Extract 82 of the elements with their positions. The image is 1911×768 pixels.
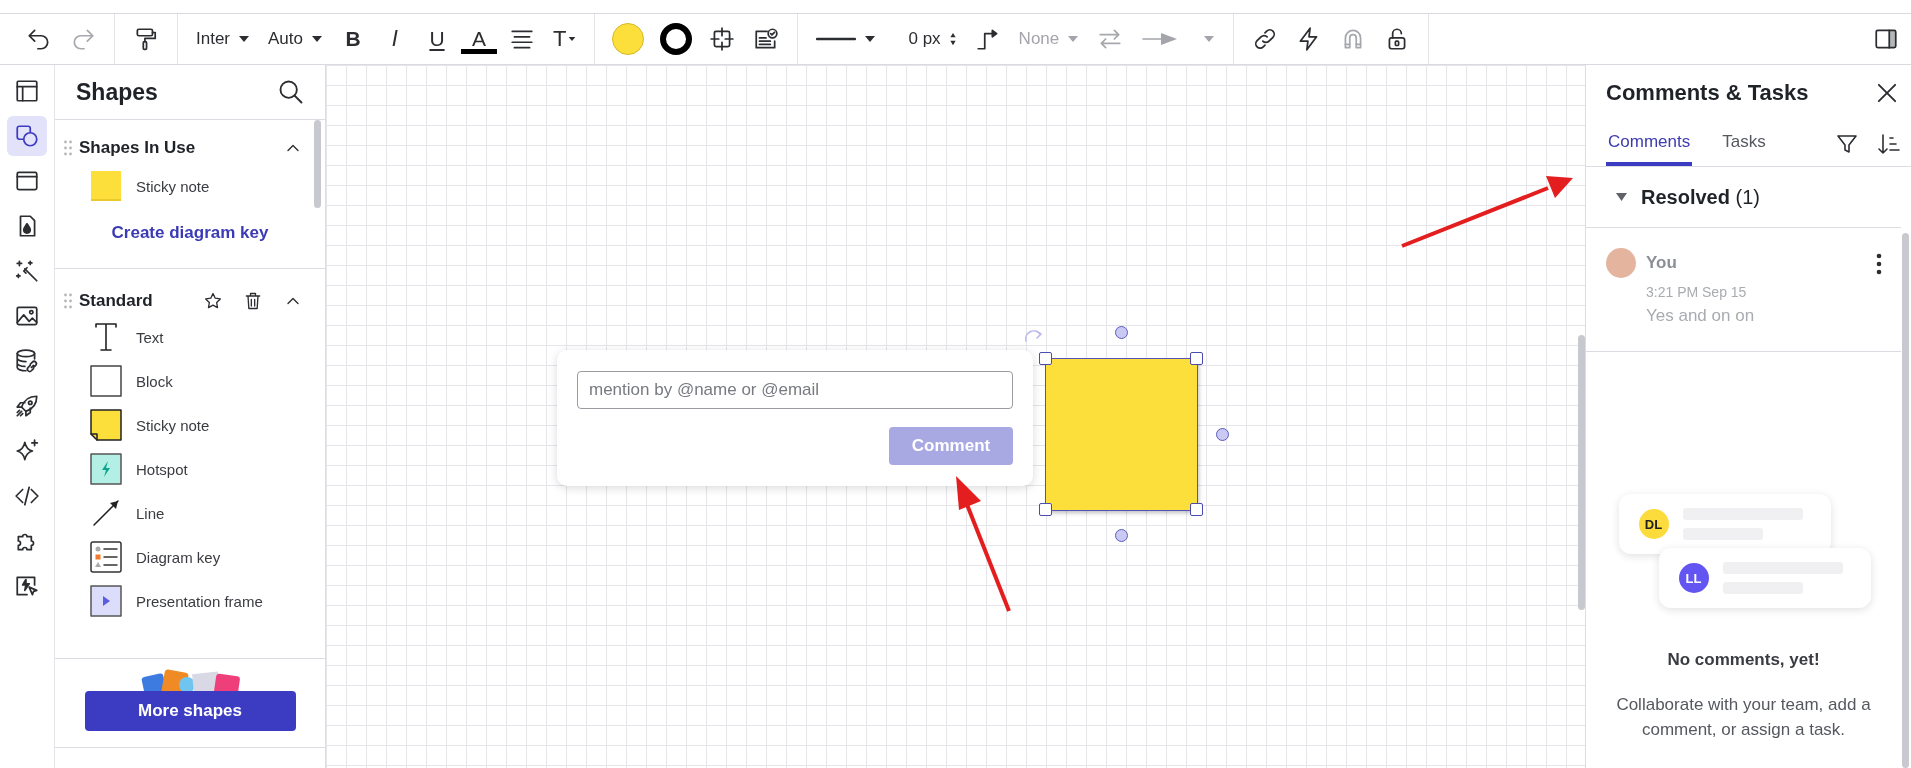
shape-item[interactable]: Block <box>55 359 325 403</box>
scrollbar[interactable] <box>1902 233 1909 768</box>
layout-icon <box>14 78 40 104</box>
shapes-tool[interactable] <box>7 116 47 156</box>
line-shape-icon <box>90 497 122 529</box>
database-link-icon <box>14 348 40 374</box>
tab[interactable]: Comments <box>1606 132 1693 166</box>
shapes-icon <box>14 123 40 149</box>
avatar-initials: LL <box>1678 563 1709 593</box>
drag-handle-icon[interactable] <box>63 140 73 156</box>
dropdown[interactable]: Auto <box>262 25 329 53</box>
sort-icon[interactable] <box>1877 132 1901 156</box>
underline-button[interactable]: U <box>419 23 455 55</box>
caret-icon <box>568 35 577 43</box>
more-shapes-button[interactable]: More shapes <box>84 691 296 731</box>
mention-input-field[interactable]: mention by @name or @email <box>577 371 1013 409</box>
resize-handle[interactable] <box>1190 503 1203 516</box>
stepper-arrows-icon <box>948 32 957 46</box>
caret-icon <box>1067 35 1080 43</box>
frame-shape-icon <box>90 585 122 617</box>
panel-title: Shapes <box>76 78 158 106</box>
star-icon[interactable] <box>203 291 223 311</box>
shape-item[interactable]: Hotspot <box>55 447 325 491</box>
search-icon[interactable] <box>277 78 305 106</box>
crosshair-frame-icon[interactable] <box>709 26 736 52</box>
checklist-icon[interactable] <box>753 26 780 52</box>
caret-icon <box>864 35 877 43</box>
diagram-key-shape-icon <box>90 541 122 573</box>
tab[interactable]: Tasks <box>1720 132 1768 166</box>
section-title: Standard <box>79 291 154 311</box>
avatar-initials: DL <box>1638 509 1669 539</box>
scrollbar[interactable] <box>1578 335 1585 610</box>
trash-icon[interactable] <box>243 291 263 311</box>
shape-item[interactable]: Sticky note <box>55 403 325 447</box>
create-diagram-key-link[interactable]: Create diagram key <box>105 222 275 244</box>
comment-text: Yes and on on <box>1646 306 1756 326</box>
comment-time: 3:21 PM Sep 15 <box>1646 284 1748 300</box>
connection-point[interactable] <box>1216 427 1229 441</box>
line-width-stepper[interactable]: 0 px <box>902 25 963 53</box>
avatar <box>1606 248 1636 278</box>
bold-button[interactable]: B <box>335 23 371 55</box>
resize-handle[interactable] <box>1190 352 1203 365</box>
caret-icon <box>238 35 251 43</box>
rocket-icon <box>14 393 40 419</box>
shape-item[interactable]: Text <box>55 315 325 359</box>
connection-point[interactable] <box>1114 529 1128 542</box>
fill-color-swatch[interactable] <box>612 23 645 55</box>
shape-item[interactable]: Diagram key <box>55 535 325 579</box>
drag-handle-icon[interactable] <box>63 293 73 309</box>
filter-icon[interactable] <box>1835 132 1859 156</box>
stroke-color-swatch[interactable] <box>660 23 693 55</box>
text-size-button[interactable]: T <box>547 22 583 56</box>
lightning-cursor-icon <box>14 573 40 599</box>
empty-state-text: Collaborate with your team, add a comment, or assign a task. <box>1615 694 1872 741</box>
shape-item[interactable]: Line <box>55 491 325 535</box>
magic-wand-icon <box>14 258 40 284</box>
section-title: Shapes In Use <box>79 138 197 158</box>
elbow-connector-icon[interactable] <box>974 26 1001 52</box>
caret-icon <box>311 35 323 43</box>
empty-state-heading: No comments, yet! <box>1667 650 1820 670</box>
font-color-button[interactable]: A <box>461 24 497 54</box>
sticky-shape-icon <box>90 409 122 441</box>
hotspot-shape-icon <box>90 453 122 485</box>
italic-button[interactable]: I <box>377 23 413 55</box>
resolved-group-toggle[interactable]: Resolved (1) <box>1586 167 1901 228</box>
caret-icon <box>1203 35 1216 43</box>
block-shape-icon <box>90 365 122 397</box>
paint-roller-icon[interactable] <box>133 26 159 52</box>
image-icon <box>14 303 40 329</box>
panel-title: Comments & Tasks <box>1606 79 1809 106</box>
panel-toggle-icon[interactable] <box>1873 26 1899 52</box>
shape-item[interactable]: Sticky note <box>55 164 325 208</box>
dropdown[interactable]: Inter <box>190 25 257 53</box>
shape-item[interactable]: Presentation frame <box>55 579 325 623</box>
resize-handle[interactable] <box>1039 503 1052 516</box>
window-icon <box>14 168 40 194</box>
resize-handle[interactable] <box>1039 352 1052 365</box>
line-icon <box>816 37 857 41</box>
scrollbar[interactable] <box>314 120 321 208</box>
sticky-shape-icon <box>90 170 122 202</box>
connection-point[interactable] <box>1114 326 1128 339</box>
comment-author: You <box>1646 252 1678 274</box>
